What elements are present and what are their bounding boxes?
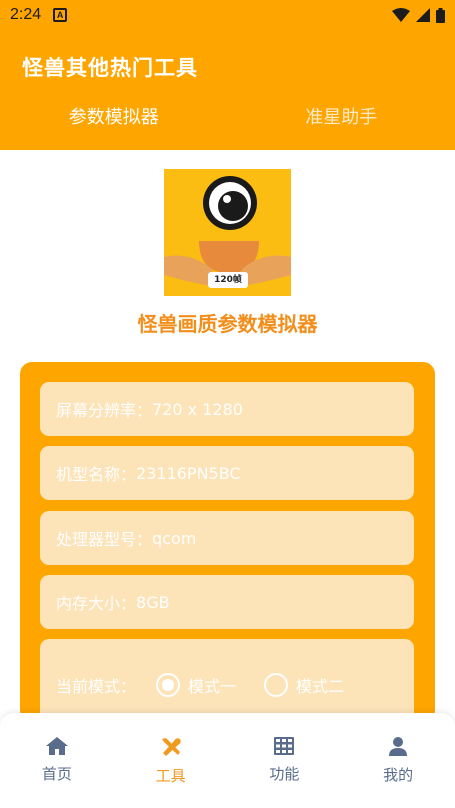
parameter-card: 屏幕分辨率： 720 x 1280 机型名称： 23116PN5BC 处理器型号… [20, 362, 435, 731]
processor-field[interactable]: 处理器型号： qcom [40, 511, 414, 565]
nav-profile[interactable]: 我的 [341, 713, 455, 808]
nav-home[interactable]: 首页 [0, 713, 114, 808]
grid-icon [274, 737, 295, 755]
status-icons [392, 7, 445, 23]
wifi-icon [392, 8, 410, 22]
nav-tools-label: 工具 [155, 767, 186, 785]
model-name-label: 机型名称： [56, 465, 137, 484]
section-heading: 怪兽画质参数模拟器 [137, 312, 318, 336]
tab-param-simulator[interactable]: 参数模拟器 [0, 100, 228, 136]
nav-profile-label: 我的 [383, 766, 414, 784]
memory-label: 内存大小： [56, 594, 137, 613]
processor-label: 处理器型号： [56, 530, 153, 549]
memory-value: 8GB [136, 592, 170, 612]
model-name-field[interactable]: 机型名称： 23116PN5BC [40, 446, 414, 500]
mode-two-label: 模式二 [296, 677, 345, 696]
radio-unchecked-icon [264, 673, 289, 697]
tab-crosshair-helper[interactable]: 准星助手 [228, 100, 455, 136]
resolution-label: 屏幕分辨率： [56, 401, 153, 420]
mode-one-radio[interactable]: 模式一 [156, 673, 236, 697]
model-name-value: 23116PN5BC [136, 463, 241, 483]
nav-features-label: 功能 [269, 765, 300, 783]
mode-label: 当前模式： [56, 677, 137, 696]
tools-icon [161, 738, 181, 756]
mode-one-label: 模式一 [188, 677, 237, 696]
bottom-nav: 首页 工具 功能 我的 [0, 713, 455, 808]
battery-icon [436, 7, 445, 23]
app-bar: 怪兽其他热门工具 参数模拟器 准星助手 [0, 30, 455, 150]
nav-home-label: 首页 [41, 765, 72, 783]
mode-two-radio[interactable]: 模式二 [264, 673, 344, 697]
home-icon [45, 737, 68, 755]
nav-features[interactable]: 功能 [228, 713, 342, 808]
page-title: 怪兽其他热门工具 [22, 56, 198, 80]
resolution-field[interactable]: 屏幕分辨率： 720 x 1280 [40, 382, 414, 436]
tab-bar: 参数模拟器 准星助手 [0, 100, 455, 136]
processor-value: qcom [152, 528, 197, 548]
signal-icon [416, 8, 430, 22]
memory-field[interactable]: 内存大小： 8GB [40, 575, 414, 629]
logo-fps-badge: 120帧 [208, 272, 248, 288]
status-bar: 2:24 A [0, 0, 455, 30]
app-badge-icon: A [53, 8, 68, 22]
status-time: 2:24 [10, 6, 42, 23]
nav-tools[interactable]: 工具 [114, 713, 228, 808]
user-icon [389, 737, 408, 756]
radio-checked-icon [156, 673, 181, 697]
resolution-value: 720 x 1280 [152, 399, 243, 419]
